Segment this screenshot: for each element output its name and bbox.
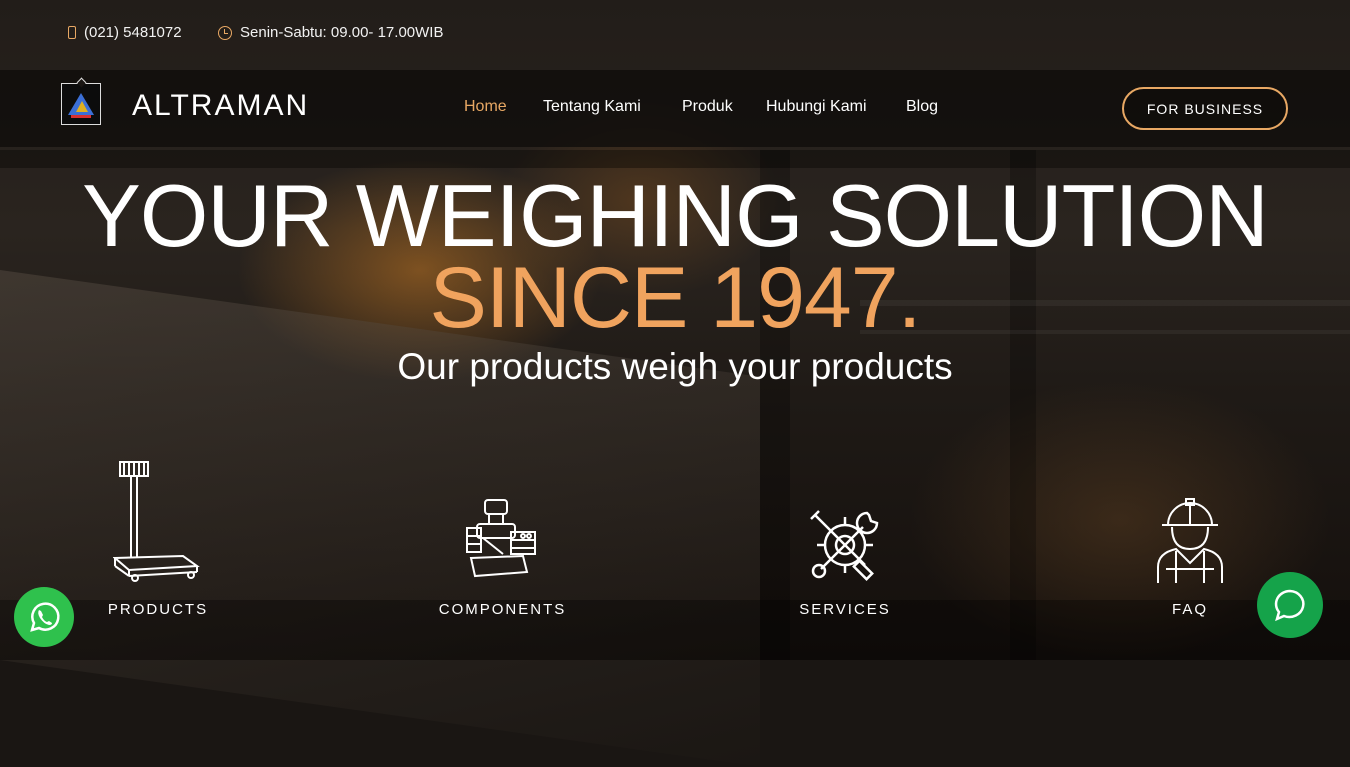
feature-services-label: SERVICES xyxy=(799,601,891,618)
chat-button[interactable] xyxy=(1257,572,1323,638)
load-cell-components-icon xyxy=(466,499,536,578)
nav-hubungi-kami[interactable]: Hubungi Kami xyxy=(766,98,867,116)
feature-faq-label: FAQ xyxy=(1171,601,1208,618)
hero-subtitle: Our products weigh your products xyxy=(397,346,953,387)
nav-blog[interactable]: Blog xyxy=(906,98,938,116)
clock-icon xyxy=(218,25,232,40)
main-header: ALTRAMAN Home Tentang Kami Produk Hubung… xyxy=(0,70,1350,147)
feature-products-label: PRODUCTS xyxy=(107,601,209,618)
logo-icon[interactable] xyxy=(61,77,101,125)
phone-number: (021) 5481072 xyxy=(84,24,182,41)
hero-since: SINCE 1947. xyxy=(429,250,922,346)
nav-tentang-kami[interactable]: Tentang Kami xyxy=(543,98,641,116)
for-business-button[interactable]: FOR BUSINESS xyxy=(1122,87,1288,130)
brand-name[interactable]: ALTRAMAN xyxy=(132,89,309,123)
feature-products[interactable]: PRODUCTS xyxy=(98,455,218,625)
phone-icon xyxy=(68,26,76,39)
top-info-bar: (021) 5481072 Senin-Sabtu: 09.00- 17.00W… xyxy=(0,0,1350,70)
hours-info: Senin-Sabtu: 09.00- 17.00WIB xyxy=(218,24,443,41)
phone-info[interactable]: (021) 5481072 xyxy=(68,24,182,41)
wrench-screwdriver-gear-icon xyxy=(810,510,879,581)
whatsapp-button[interactable] xyxy=(14,587,74,647)
nav-home[interactable]: Home xyxy=(464,98,507,116)
chat-bubble-icon xyxy=(1274,589,1305,622)
feature-services[interactable]: SERVICES xyxy=(785,455,905,625)
whatsapp-icon xyxy=(30,602,60,632)
worker-helmet-icon xyxy=(1157,498,1223,583)
feature-components-label: COMPONENTS xyxy=(438,601,567,618)
feature-components[interactable]: COMPONENTS xyxy=(430,455,575,625)
platform-scale-icon xyxy=(113,461,200,582)
feature-faq[interactable]: FAQ xyxy=(1130,455,1250,625)
opening-hours: Senin-Sabtu: 09.00- 17.00WIB xyxy=(240,24,444,41)
nav-produk[interactable]: Produk xyxy=(682,98,733,116)
